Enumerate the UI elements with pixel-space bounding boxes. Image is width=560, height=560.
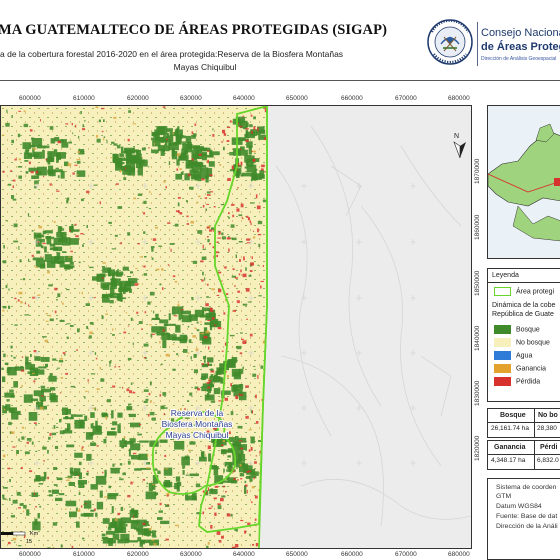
table1-header-bosque: Bosque xyxy=(500,412,526,419)
subtitle-line-1: a de la cobertura forestal 2016-2020 en … xyxy=(0,49,344,59)
x-tick-label-top: 610000 xyxy=(73,95,95,102)
header-divider xyxy=(477,22,478,66)
legend-boundary-row: Área protegi xyxy=(494,287,554,297)
inset-map: 1870000 1860000 1850000 xyxy=(487,105,560,259)
header: MA GUATEMALTECO DE ÁREAS PROTEGIDAS (SIG… xyxy=(0,0,560,81)
reserve-label-line: Biosfera Montañas xyxy=(162,419,233,429)
north-label: N xyxy=(454,133,459,140)
x-tick-label-bottom: 650000 xyxy=(286,551,308,558)
guatemala-seal-logo xyxy=(427,19,473,65)
table2-header-ganancia: Ganancia xyxy=(494,444,526,451)
legend-swatch xyxy=(494,338,511,347)
x-tick-label-top: 620000 xyxy=(127,95,149,102)
x-tick-label-bottom: 640000 xyxy=(233,551,255,558)
table1-value-nobosque: 28,380 xyxy=(537,425,557,432)
org-name-line-2: de Áreas Protegi xyxy=(481,41,560,53)
inset-canvas: 1870000 1860000 1850000 xyxy=(488,106,560,258)
metadata-box: Sistema de coorden GTM Datum WGS84 Fuent… xyxy=(487,478,560,560)
inset-tick-label: 1860000 xyxy=(488,184,490,204)
x-tick-label-bottom: 600000 xyxy=(19,551,41,558)
info-line-1: Sistema de coorden xyxy=(496,484,557,491)
info-line-5: Dirección de la Análi xyxy=(496,523,558,530)
info-line-3: Datum WGS84 xyxy=(496,503,542,510)
table1-value-bosque: 26,161.74 ha xyxy=(491,425,529,432)
org-name-line-1: Consejo Nacional xyxy=(481,27,560,39)
x-tick-label-top: 670000 xyxy=(395,95,417,102)
outside-area xyxy=(259,106,471,548)
legend-item-ganancia: Ganancia xyxy=(494,364,546,374)
scale-bar xyxy=(1,531,26,536)
reserve-label: Reserva de laBiosfera MontañasMayas Chiq… xyxy=(161,407,234,441)
info-line-2: GTM xyxy=(496,493,512,500)
org-name-line-3: Dirección de Análisis Geoespacial xyxy=(481,56,557,62)
inset-location-marker xyxy=(554,178,560,186)
legend: Leyenda Área protegi Dinámica de la cobe… xyxy=(487,268,560,402)
legend-item-bosque: Bosque xyxy=(494,325,540,335)
x-tick-label-top: 630000 xyxy=(180,95,202,102)
table1-header-nobosque: No bo xyxy=(538,412,558,419)
map-canvas: N Km 15 Reserva de laBiosfera MontañasMa… xyxy=(1,106,471,548)
y-tick-label: 1820000 xyxy=(474,435,481,461)
info-line-4: Fuente: Base de dat xyxy=(496,513,558,520)
legend-item-no-bosque: No bosque xyxy=(494,338,550,348)
x-tick-label-bottom: 630000 xyxy=(180,551,202,558)
y-tick-label: 1870000 xyxy=(474,158,481,184)
x-tick-label-bottom: 620000 xyxy=(127,551,149,558)
page-title: MA GUATEMALTECO DE ÁREAS PROTEGIDAS (SIG… xyxy=(0,22,388,38)
y-tick-label: 1860000 xyxy=(474,214,481,240)
reserve-label-line: Reserva de la xyxy=(171,408,224,418)
x-tick-label-bottom: 660000 xyxy=(341,551,363,558)
x-tick-label-bottom: 610000 xyxy=(73,551,95,558)
legend-swatch xyxy=(494,377,511,386)
map-frame: N Km 15 Reserva de la Biosfera Montañas Ma… xyxy=(0,105,472,549)
legend-item-agua: Agua xyxy=(494,351,532,361)
x-tick-label-bottom: 670000 xyxy=(395,551,417,558)
page-subtitle: a de la cobertura forestal 2016-2020 en … xyxy=(0,48,410,74)
legend-swatch xyxy=(494,364,511,373)
y-tick-label: 1840000 xyxy=(474,325,481,351)
legend-item-perdida: Pérdida xyxy=(494,377,540,387)
inset-tick-label: 1870000 xyxy=(488,131,490,151)
x-tick-label-top: 680000 xyxy=(448,95,470,102)
inset-tick-label: 1850000 xyxy=(488,236,490,256)
scale-unit: Km xyxy=(30,531,39,537)
stats-table-1: Bosque No bo 26,161.74 ha 28,380 xyxy=(487,408,560,438)
reserve-label-line: Mayas Chiquibul xyxy=(166,430,229,440)
x-tick-label-bottom: 680000 xyxy=(448,551,470,558)
table2-value-ganancia: 4,348.17 ha xyxy=(491,457,526,464)
x-tick-label-top: 640000 xyxy=(233,95,255,102)
legend-swatch xyxy=(494,325,511,334)
x-tick-label-top: 650000 xyxy=(286,95,308,102)
y-tick-label: 1850000 xyxy=(474,270,481,296)
subtitle-line-2: Mayas Chiquibul xyxy=(173,62,237,72)
legend-swatch xyxy=(494,351,511,360)
scale-value: 15 xyxy=(26,539,32,545)
legend-dyn-title-2: República de Guate xyxy=(492,311,554,318)
main-map: 600000 610000 620000 630000 640000 650000 6600… xyxy=(0,88,486,560)
legend-boundary-swatch xyxy=(494,287,511,296)
y-tick-label: 1830000 xyxy=(474,380,481,406)
x-tick-label-top: 660000 xyxy=(341,95,363,102)
x-tick-label-top: 600000 xyxy=(19,95,41,102)
stats-table-2: Ganancia Pérdi 4,348.17 ha 6,832.0 xyxy=(487,440,560,470)
legend-heading: Leyenda xyxy=(492,272,519,279)
table2-header-perdida: Pérdi xyxy=(540,444,558,451)
table2-value-perdida: 6,832.0 xyxy=(537,457,559,464)
